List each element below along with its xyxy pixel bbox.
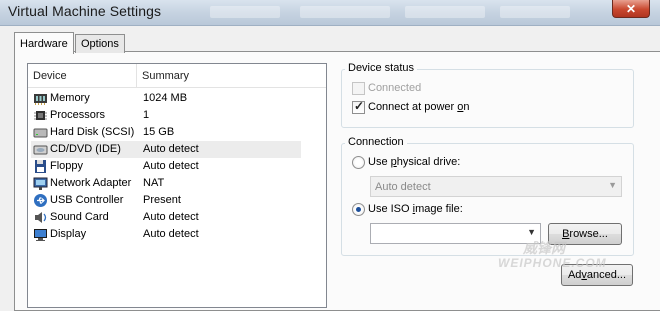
- label-part: hysical drive:: [396, 156, 461, 168]
- close-icon: ✕: [625, 1, 637, 16]
- device-row-processors[interactable]: Processors 1: [28, 107, 326, 124]
- display-icon: [34, 229, 47, 241]
- cd-dvd-icon: [33, 145, 48, 155]
- hard-disk-icon: [33, 128, 48, 138]
- titlebar-reflection: [500, 6, 570, 18]
- watermark-logo: 威锋网 WEIPHONE.COM: [473, 238, 606, 278]
- sound-icon: [35, 212, 47, 223]
- processor-icon: [34, 111, 47, 120]
- device-list[interactable]: Device Summary Memory 1024 MB Processors…: [27, 63, 327, 308]
- device-name: Floppy: [50, 160, 84, 172]
- device-summary: Auto detect: [143, 160, 199, 172]
- use-physical-drive-label[interactable]: Use physical drive:: [368, 156, 460, 168]
- dropdown-arrow-icon: ▼: [527, 227, 536, 237]
- device-name: Display: [50, 228, 87, 240]
- device-summary: 15 GB: [143, 126, 175, 138]
- title-bar[interactable]: Virtual Machine Settings ✕: [0, 0, 660, 26]
- device-status-label: Device status: [345, 62, 418, 74]
- memory-icon: [34, 94, 47, 105]
- tab-options-label: Options: [81, 38, 119, 50]
- connect-at-power-on-label[interactable]: Connect at power on: [368, 101, 470, 113]
- floppy-icon: [35, 160, 46, 173]
- device-row-memory[interactable]: Memory 1024 MB: [28, 90, 326, 107]
- tab-hardware[interactable]: Hardware: [14, 32, 74, 54]
- device-summary: Present: [143, 194, 181, 206]
- connected-label: Connected: [368, 82, 422, 94]
- tab-hardware-label: Hardware: [20, 37, 68, 50]
- watermark-text: WEIPHONE.COM: [498, 256, 607, 270]
- column-header-summary[interactable]: Summary: [142, 70, 189, 82]
- device-name: Memory: [50, 92, 90, 104]
- device-list-header: Device Summary: [28, 64, 326, 88]
- window-title: Virtual Machine Settings: [8, 3, 162, 19]
- device-name: USB Controller: [50, 194, 124, 206]
- device-summary: Auto detect: [143, 143, 199, 155]
- device-summary: 1024 MB: [143, 92, 188, 104]
- close-button[interactable]: ✕: [612, 0, 650, 18]
- device-row-sound-card[interactable]: Sound Card Auto detect: [28, 209, 326, 226]
- usb-icon: [34, 194, 47, 207]
- device-row-hard-disk[interactable]: Hard Disk (SCSI) 15 GB: [28, 124, 326, 141]
- connect-at-power-on-checkbox[interactable]: [352, 99, 365, 114]
- label-part: Connect at power: [368, 101, 458, 113]
- device-name: Processors: [50, 109, 106, 121]
- use-iso-image-radio[interactable]: [352, 203, 365, 216]
- device-summary: NAT: [143, 177, 165, 189]
- dropdown-arrow-icon: ▼: [608, 180, 617, 190]
- titlebar-reflection: [405, 6, 485, 18]
- watermark-text: 威锋网: [523, 240, 565, 256]
- tab-options[interactable]: Options: [75, 34, 125, 53]
- label-part: Use ISO: [368, 203, 413, 215]
- device-summary: Auto detect: [143, 211, 199, 223]
- device-status-group: [341, 69, 634, 128]
- device-name: Network Adapter: [50, 177, 132, 189]
- connection-label: Connection: [345, 136, 407, 148]
- device-name: CD/DVD (IDE): [50, 143, 121, 155]
- label-part: Use: [368, 156, 391, 168]
- titlebar-reflection: [210, 6, 280, 18]
- label-part: mage file:: [415, 203, 463, 215]
- network-icon: [33, 177, 48, 190]
- device-row-network-adapter[interactable]: Network Adapter NAT: [28, 175, 326, 192]
- physical-drive-select[interactable]: Auto detect ▼: [370, 176, 622, 197]
- column-header-device[interactable]: Device: [33, 70, 67, 82]
- use-iso-image-label[interactable]: Use ISO image file:: [368, 203, 463, 215]
- label-part: n: [463, 101, 470, 113]
- connected-checkbox[interactable]: [352, 82, 365, 95]
- device-row-display[interactable]: Display Auto detect: [28, 226, 326, 243]
- physical-drive-value: Auto detect: [375, 181, 431, 193]
- device-row-usb-controller[interactable]: USB Controller Present: [28, 192, 326, 209]
- device-name: Sound Card: [50, 211, 109, 223]
- device-summary: Auto detect: [143, 228, 199, 240]
- titlebar-reflection: [300, 6, 390, 18]
- device-summary: 1: [143, 109, 150, 121]
- device-name: Hard Disk (SCSI): [50, 126, 135, 138]
- device-row-cd-dvd[interactable]: CD/DVD (IDE) Auto detect: [31, 141, 301, 158]
- use-physical-drive-radio[interactable]: [352, 156, 365, 169]
- column-separator[interactable]: [136, 64, 137, 87]
- device-row-floppy[interactable]: Floppy Auto detect: [28, 158, 326, 175]
